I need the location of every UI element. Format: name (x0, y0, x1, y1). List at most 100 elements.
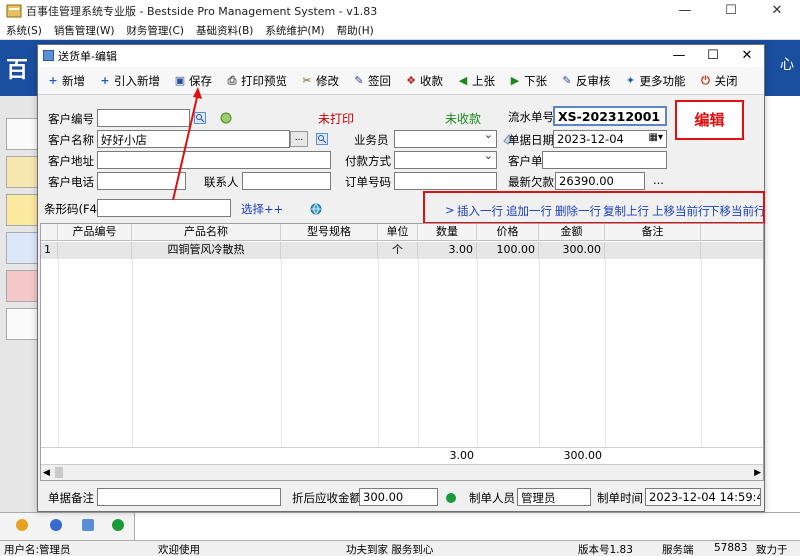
status-server: 服务端 (662, 544, 694, 556)
import-new-icon: + (100, 73, 110, 87)
date-picker[interactable]: 2023-12-04 ▦▾ (553, 130, 667, 148)
dialog-footer: 单据备注 折后应收金额 300.00 制单人员 管理员 制单时间 2023-12… (38, 485, 766, 509)
serial-number-field[interactable]: XS-202312001 (553, 106, 667, 126)
table-row[interactable]: 1 四铜管风冷散热 个 3.00 100.00 300.00 (41, 242, 763, 259)
prev-button[interactable]: ◀ 上张 (450, 69, 502, 93)
choose-product-link[interactable]: 选择++ (241, 201, 283, 217)
scroll-right-icon[interactable]: ▶ (754, 465, 761, 481)
main-close-button[interactable]: ✕ (754, 0, 800, 22)
close-button[interactable]: ⏻ 关闭 (693, 69, 745, 93)
module-tile-icon[interactable] (6, 156, 38, 188)
calendar-icon[interactable]: ▦▾ (649, 132, 663, 143)
grid-header-cell[interactable]: 金额 (539, 224, 605, 241)
main-left-panel (0, 96, 38, 516)
order-no-input[interactable] (394, 172, 497, 190)
collect-label: 收款 (420, 73, 443, 88)
dialog-minimize-button[interactable]: — (662, 45, 696, 67)
print-preview-button[interactable]: ⎙ 打印预览 (219, 69, 294, 93)
unaudit-button[interactable]: ✎ 反审核 (554, 69, 618, 93)
search-doc-icon[interactable] (82, 519, 94, 531)
modify-icon: ✂ (302, 73, 312, 87)
menu-maintenance[interactable]: 系统维护(M) (259, 23, 330, 38)
status-bar: 用户名:管理员 欢迎使用 功夫到家 服务到心 版本号1.83 服务端 57883… (0, 540, 800, 556)
product-code-cell[interactable] (58, 242, 132, 259)
customer-address-input[interactable] (97, 151, 331, 169)
customer-doc-input[interactable] (542, 151, 667, 169)
date-value: 2023-12-04 (557, 132, 624, 146)
quick-icon-pencil[interactable] (16, 519, 28, 531)
grid-header-cell[interactable]: 备注 (605, 224, 701, 241)
refresh-icon[interactable] (112, 519, 124, 531)
delivery-note-dialog: 送货单-编辑 — ☐ ✕ + 新增 + 引入新增 ▣ 保存 ⎙ 打印预览 ✂ 修改 ✎ 签回 ❖ 收款 ◀ 上… (37, 44, 766, 512)
grid-header-cell[interactable]: 型号规格 (281, 224, 378, 241)
customer-browse-button[interactable]: ... (290, 131, 308, 147)
customer-name-label: 客户名称 (48, 133, 94, 147)
menu-finance[interactable]: 财务管理(C) (120, 23, 190, 38)
module-tile-icon[interactable] (6, 308, 38, 340)
new-button[interactable]: + 新增 (40, 69, 92, 93)
contact-input[interactable] (242, 172, 331, 190)
next-button[interactable]: ▶ 下张 (502, 69, 554, 93)
grid-header-cell[interactable]: 数量 (418, 224, 477, 241)
grid-header-cell[interactable]: 价格 (477, 224, 539, 241)
grid-header-cell[interactable] (41, 224, 58, 241)
serial-label: 流水单号 (508, 110, 554, 124)
module-tile-icon[interactable] (6, 118, 38, 150)
collect-button[interactable]: ❖ 收款 (398, 69, 450, 93)
modify-label: 修改 (316, 73, 339, 88)
more-icon: ✦ (625, 73, 636, 87)
remark-input[interactable] (97, 488, 281, 506)
unit-cell[interactable]: 个 (378, 242, 418, 259)
dialog-maximize-button[interactable]: ☐ (696, 45, 730, 67)
menu-system[interactable]: 系统(S) (0, 23, 48, 38)
search-icon[interactable] (316, 133, 328, 145)
pay-method-select[interactable] (394, 151, 497, 169)
module-tile-icon[interactable] (6, 270, 38, 302)
main-minimize-button[interactable]: — (662, 0, 708, 22)
dialog-close-button[interactable]: ✕ (730, 45, 764, 67)
main-workspace-bottom (135, 512, 800, 540)
scroll-left-icon[interactable]: ◀ (43, 465, 50, 481)
unaudit-icon: ✎ (562, 73, 572, 87)
qty-cell[interactable]: 3.00 (418, 242, 477, 259)
more-button[interactable]: ✦ 更多功能 (618, 69, 693, 93)
menu-sales[interactable]: 销售管理(W) (48, 23, 121, 38)
barcode-input[interactable] (97, 199, 231, 217)
grid-horizontal-scrollbar[interactable]: ◀ ▶ (41, 464, 763, 480)
print-preview-icon: ⎙ (227, 73, 237, 87)
total-qty: 3.00 (449, 449, 475, 462)
spec-cell[interactable] (281, 242, 378, 259)
main-maximize-button[interactable]: ☐ (708, 0, 754, 22)
modify-button[interactable]: ✂ 修改 (294, 69, 346, 93)
refresh-icon[interactable] (220, 112, 232, 124)
salesman-label: 业务员 (354, 133, 389, 147)
menu-help[interactable]: 帮助(H) (331, 23, 380, 38)
amount-cell[interactable]: 300.00 (539, 242, 605, 259)
scroll-thumb[interactable] (55, 467, 63, 478)
globe-icon[interactable] (310, 203, 322, 215)
row-index: 1 (41, 242, 58, 259)
status-dot-icon (446, 493, 456, 503)
price-cell[interactable]: 100.00 (477, 242, 539, 259)
remark-cell[interactable] (605, 242, 701, 259)
collect-status: 未收款 (445, 112, 482, 126)
grid-header-cell[interactable]: 产品编号 (58, 224, 132, 241)
star-icon[interactable] (6, 194, 38, 226)
menu-basic-data[interactable]: 基础资料(B) (190, 23, 259, 38)
grid-header-cell[interactable]: 单位 (378, 224, 418, 241)
product-grid[interactable]: 产品编号 产品名称 型号规格 单位 数量 价格 金额 备注 1 四铜管风冷散热 … (40, 223, 764, 481)
grid-line (605, 259, 606, 446)
debt-detail-button[interactable]: ... (653, 173, 664, 187)
salesman-select[interactable] (394, 130, 497, 148)
clock-icon[interactable] (50, 519, 62, 531)
prev-label: 上张 (472, 73, 495, 88)
discount-amount-field[interactable]: 300.00 (359, 488, 438, 506)
grid-header-cell[interactable]: 产品名称 (132, 224, 281, 241)
import-new-button[interactable]: + 引入新增 (92, 69, 167, 93)
print-preview-label: 打印预览 (241, 73, 287, 88)
product-name-cell[interactable]: 四铜管风冷散热 (132, 242, 281, 259)
discount-label: 折后应收金额 (292, 491, 361, 505)
module-tile-icon[interactable] (6, 232, 38, 264)
sign-back-button[interactable]: ✎ 签回 (346, 69, 398, 93)
grid-line (378, 259, 379, 446)
